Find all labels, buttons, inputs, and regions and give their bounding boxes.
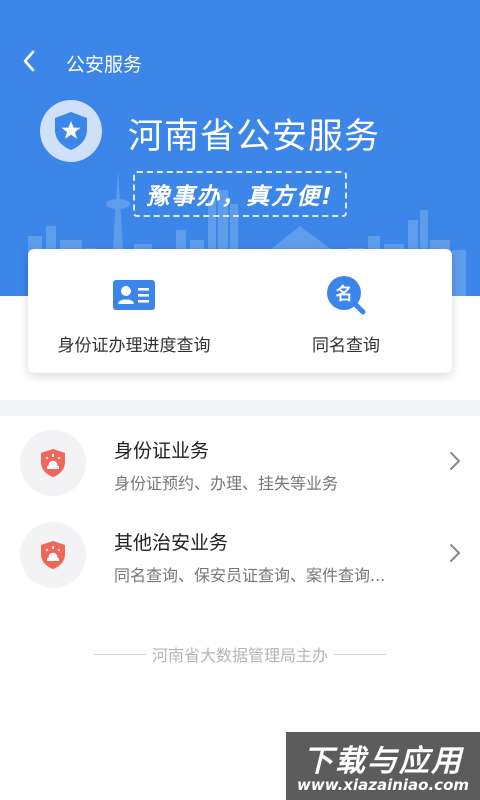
- footer-divider-left: [93, 653, 146, 655]
- id-progress-query-label: 身份证办理进度查询: [57, 336, 211, 356]
- page-title: 公安服务: [66, 54, 143, 76]
- service-title: 其他治安业务: [114, 532, 229, 554]
- footer-divider-right: [334, 653, 386, 655]
- same-name-query-label: 同名查询: [312, 336, 380, 356]
- slogan-text: 豫事办，真方便!: [146, 184, 334, 210]
- police-badge-icon: [40, 100, 102, 162]
- footer: 河南省大数据管理局主办: [0, 642, 480, 666]
- quick-query-card: 身份证办理进度查询 名 同名查询: [28, 249, 452, 373]
- hero-title: 河南省公安服务: [128, 117, 381, 157]
- service-title: 身份证业务: [114, 440, 210, 462]
- top-bar: 公安服务: [0, 40, 480, 86]
- site-watermark: 下载与应用 www.xiazainiao.com: [286, 732, 480, 800]
- chevron-right-icon: [446, 450, 464, 472]
- chevron-left-icon: [23, 50, 35, 72]
- service-item-id-card[interactable]: 身份证业务 身份证预约、办理、挂失等业务: [0, 416, 480, 508]
- police-shield-icon: [20, 522, 86, 588]
- slogan-banner: 豫事办，真方便!: [133, 171, 347, 217]
- section-divider: [0, 400, 480, 416]
- footer-organizer-text: 河南省大数据管理局主办: [151, 646, 328, 665]
- service-item-other-security[interactable]: 其他治安业务 同名查询、保安员证查询、案件查询...: [0, 508, 480, 600]
- id-progress-query-button[interactable]: 身份证办理进度查询: [28, 249, 240, 373]
- police-shield-icon: [20, 430, 86, 496]
- watermark-url: www.xiazainiao.com: [296, 776, 470, 794]
- service-description: 同名查询、保安员证查询、案件查询...: [114, 566, 386, 585]
- name-search-icon: 名: [325, 275, 367, 315]
- back-button[interactable]: [12, 44, 46, 78]
- id-card-icon: [113, 275, 155, 315]
- chevron-right-icon: [446, 542, 464, 564]
- same-name-query-button[interactable]: 名 同名查询: [240, 249, 452, 373]
- service-description: 身份证预约、办理、挂失等业务: [114, 474, 339, 493]
- svg-text:名: 名: [336, 284, 353, 305]
- watermark-title: 下载与应用: [303, 744, 463, 779]
